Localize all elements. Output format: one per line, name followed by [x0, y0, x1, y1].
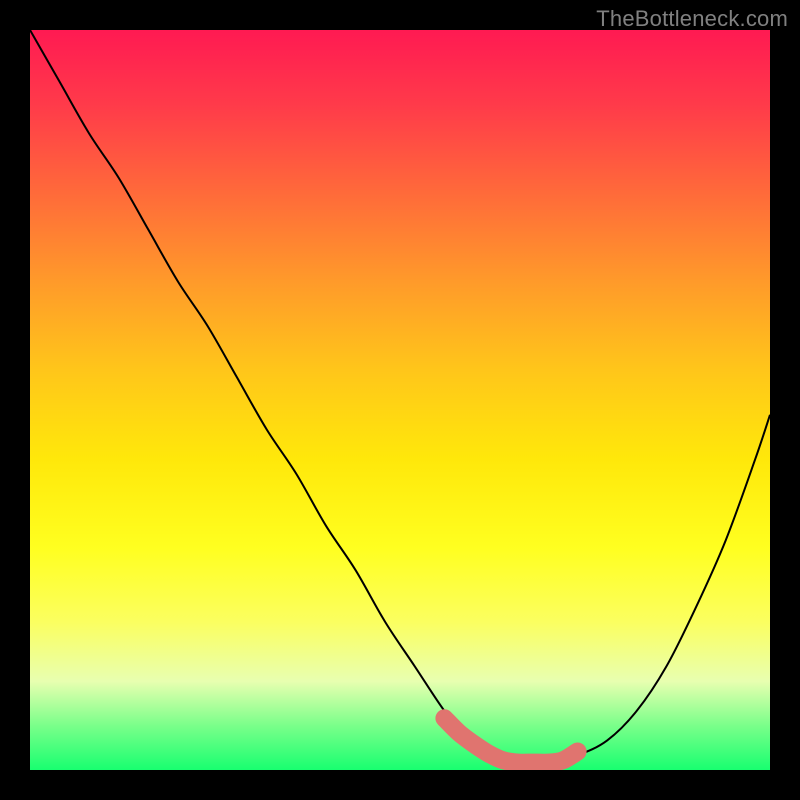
watermark-text: TheBottleneck.com: [596, 6, 788, 32]
chart-frame: TheBottleneck.com: [0, 0, 800, 800]
chart-plot-area: [30, 30, 770, 770]
optimal-zone-highlight: [444, 718, 577, 763]
bottleneck-curve: [30, 30, 770, 763]
chart-svg: [30, 30, 770, 770]
